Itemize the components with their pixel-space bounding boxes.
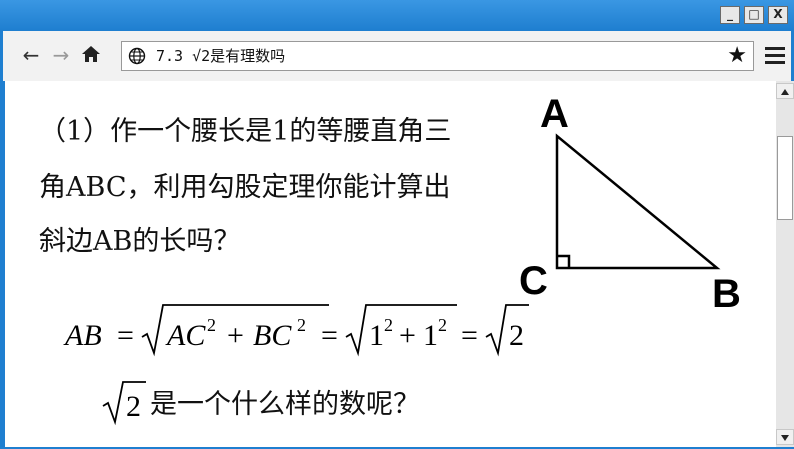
eq-ab: AB [63,319,102,352]
forward-icon[interactable]: → [49,43,73,67]
vertex-c-label: C [519,259,548,303]
eq-exp-1: 2 [207,315,216,335]
url-text[interactable]: 7.3 √2是有理数吗 [156,42,285,70]
title-bar: _ □ X [0,0,794,30]
eq-plus-2: + [399,319,416,352]
eq-ac: AC [165,319,206,352]
hamburger-menu-icon[interactable] [765,44,785,66]
back-icon[interactable]: ← [19,43,43,67]
vertex-a-label: A [540,92,569,136]
scrollbar-thumb[interactable] [777,136,793,220]
problem-line-1: （1）作一个腰长是1的等腰直角三 [39,116,452,147]
eq-bc: BC [253,319,292,352]
sqrt-two-symbol: 2 [102,381,146,426]
browser-window: _ □ X ← → 7.3 √2是有理数吗 ★ （1）作一个腰长是1的等腰直角三… [0,0,794,447]
eq-plus-1: + [227,319,244,352]
eq-exp-3: 2 [384,315,393,335]
scroll-down-arrow-icon[interactable] [776,429,794,445]
globe-icon [128,47,146,65]
eq-two: 2 [509,319,524,352]
eq-one-2: 1 [423,319,438,352]
close-button[interactable]: X [768,6,788,24]
browser-toolbar: ← → 7.3 √2是有理数吗 ★ [3,31,791,81]
eq-exp-4: 2 [438,315,447,335]
question-line: 2 是一个什么样的数呢？ [100,376,500,426]
triangle-shape [555,133,721,270]
bookmark-star-icon[interactable]: ★ [727,43,747,69]
right-angle-mark [557,254,571,268]
home-icon[interactable] [79,43,103,67]
problem-line-2: 角ABC，利用勾股定理你能计算出 [39,172,451,203]
eq-exp-2: 2 [297,315,306,335]
problem-line-3: 斜边AB的长吗？ [39,226,241,257]
address-bar[interactable]: 7.3 √2是有理数吗 ★ [121,41,754,71]
maximize-button[interactable]: □ [744,6,764,24]
page-content: （1）作一个腰长是1的等腰直角三 角ABC，利用勾股定理你能计算出 斜边AB的长… [5,81,776,447]
vertex-b-label: B [712,272,741,316]
question-text: 是一个什么样的数呢？ [150,389,420,420]
eq-equals-2: = [321,319,338,352]
pythagorean-equation: AB = AC 2 + BC 2 = 1 2 + 1 2 = 2 [63,304,529,357]
eq-equals-1: = [117,319,134,352]
scroll-up-arrow-icon[interactable] [776,83,794,99]
svg-text:2: 2 [126,390,141,423]
eq-one-1: 1 [369,319,384,352]
eq-equals-3: = [461,319,478,352]
vertical-scrollbar[interactable] [776,81,794,447]
minimize-button[interactable]: _ [720,6,740,24]
